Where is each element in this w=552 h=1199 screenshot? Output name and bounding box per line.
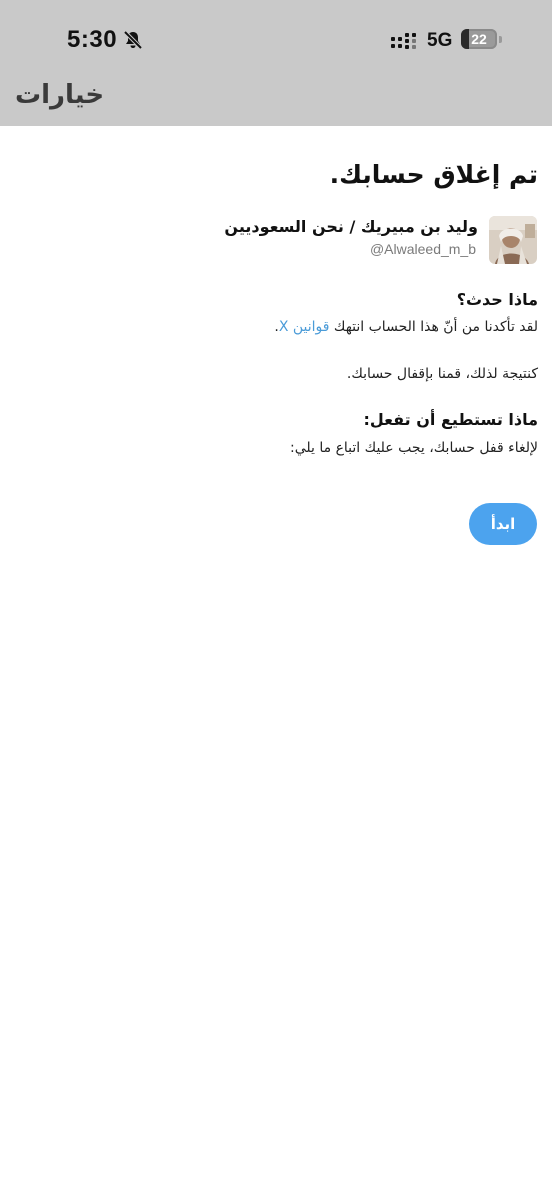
- x-rules-link[interactable]: قوانين X: [279, 319, 330, 335]
- consequence-text: كنتيجة لذلك، قمنا بإقفال حسابك.: [346, 366, 538, 382]
- signal-icon: [390, 31, 420, 51]
- status-time: 5:30: [67, 26, 118, 53]
- avatar: [489, 216, 537, 264]
- options-link[interactable]: خيارات: [15, 80, 104, 110]
- account-display-name: وليد بن مبيريك / نحن السعوديين: [224, 217, 478, 236]
- network-type: 5G: [427, 30, 453, 51]
- page-title: تم إغلاق حسابك.: [329, 160, 538, 189]
- battery-cap: [499, 36, 502, 43]
- account-handle: @Alwaleed_m_b: [369, 241, 476, 257]
- start-button[interactable]: ابدأ: [469, 503, 537, 545]
- top-bar: 5:30 5G 22 خيارات: [0, 0, 552, 126]
- battery-icon: 22: [461, 29, 497, 49]
- what-you-can-do-text: لإلغاء قفل حسابك، يجب عليك اتباع ما يلي:: [289, 440, 538, 456]
- status-bar: 5:30 5G 22: [0, 0, 552, 80]
- bell-slash-icon: [122, 29, 144, 51]
- battery-level: 22: [471, 31, 487, 47]
- what-you-can-do-title: ماذا تستطيع أن تفعل:: [363, 410, 538, 429]
- violation-text: لقد تأكدنا من أنّ هذا الحساب انتهك: [329, 319, 538, 335]
- what-happened-title: ماذا حدث؟: [456, 290, 538, 309]
- what-happened-text: لقد تأكدنا من أنّ هذا الحساب انتهك قواني…: [274, 319, 538, 335]
